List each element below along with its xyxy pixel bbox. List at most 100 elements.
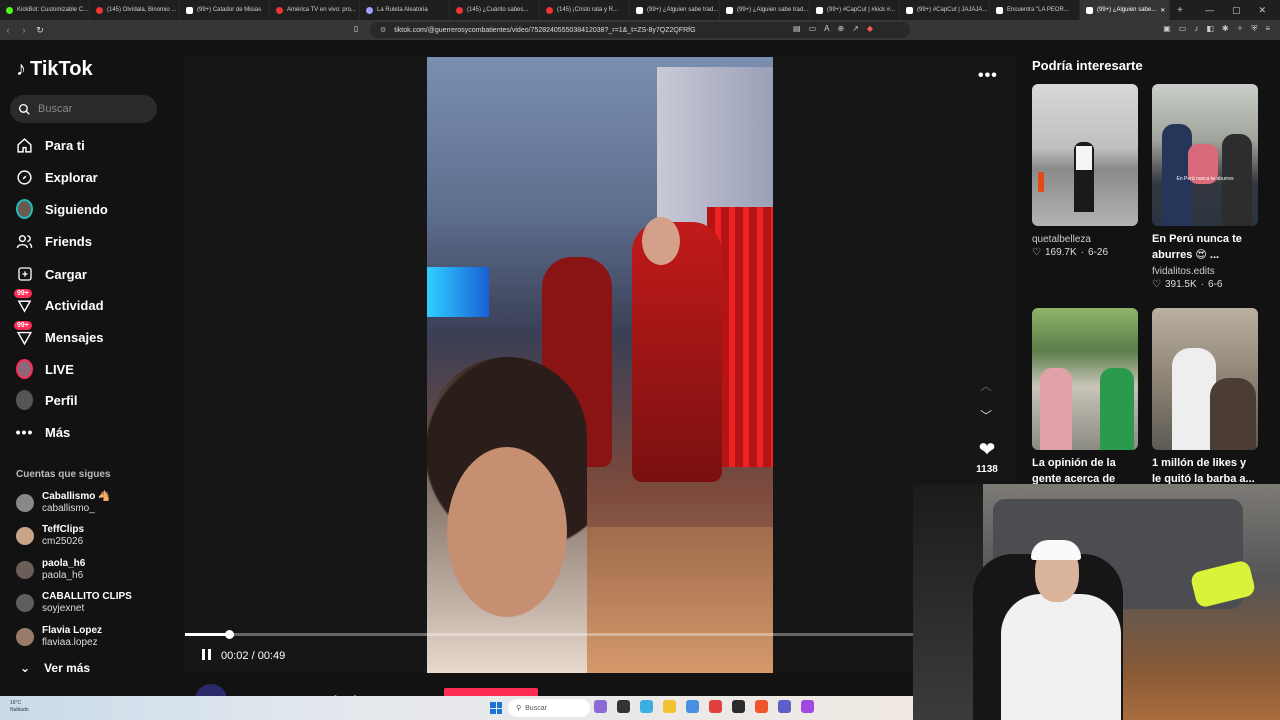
zoom-icon[interactable]: ⊕ [837,24,844,33]
wallet-icon[interactable]: ▭ [1179,24,1187,34]
close-window-button[interactable]: ✕ [1258,5,1266,16]
video-thumbnail[interactable] [1032,84,1138,226]
taskbar-search[interactable]: ⚲ Buscar [508,699,590,717]
menu-icon[interactable]: ≡ [1265,24,1270,34]
recommended-video-card[interactable]: 1 millón de likes y le quitó la barba a.… [1152,308,1258,487]
following-account[interactable]: CABALLITO CLIPS soyjexnet [16,591,132,615]
tab-title: La Ruleta Aleatoria [377,7,428,13]
recommended-video-card[interactable]: En Perú nunca te aburres En Perú nunca t… [1152,84,1258,290]
maximize-button[interactable]: ▢ [1232,5,1241,16]
account-username: paola_h6 [42,570,84,581]
browser-tab[interactable]: (99+) Catador de Misias [180,0,270,20]
app-icon[interactable] [709,700,722,713]
avatar [16,561,34,579]
following-account[interactable]: TeffClips cm25026 [16,524,84,548]
video-thumbnail[interactable] [1032,308,1138,450]
widgets-icon[interactable] [594,700,607,713]
recommended-video-card[interactable]: La opinión de la gente acerca de un... [1032,308,1138,503]
see-more-button[interactable]: ⌄ Ver más [20,661,90,675]
following-account[interactable]: Caballismo 🐴 caballismo_ [16,491,111,515]
windows-start-icon[interactable] [490,702,502,714]
following-account[interactable]: Flavia Lopez flaviaa.lopez [16,625,102,649]
nav-item-friends[interactable]: Friends [16,230,166,252]
browser-tab[interactable]: (99+) #CapCut | JAJAJA... [900,0,990,20]
minimize-button[interactable]: — [1205,5,1214,16]
translate-icon[interactable]: A [824,24,829,33]
video-thumbnail[interactable] [1152,308,1258,450]
video-frame[interactable] [427,57,773,673]
new-tab-button[interactable]: + [1170,5,1190,16]
nav-item-siguiendo[interactable]: Siguiendo [16,198,166,220]
browser-tab[interactable]: (145) ¿Cuánto sabes... [450,0,540,20]
back-arrow-icon[interactable]: ‹ [0,25,16,35]
vpn-icon[interactable]: ⛨ [1251,24,1257,34]
reader-icon[interactable]: ▤ [793,24,801,33]
like-button[interactable]: ❤ 1138 [973,437,1001,475]
brave-shield-icon[interactable]: ◆ [867,24,873,33]
browser-tab[interactable]: KickBot: Customizable C... [0,0,90,20]
nav-item-live[interactable]: LIVE [16,358,166,380]
card-meta: ♡ 391.5K · 6-6 [1152,279,1223,290]
file-explorer-icon[interactable] [617,700,630,713]
nav-item-perfil[interactable]: Perfil [16,389,166,411]
copilot-icon[interactable] [640,700,653,713]
brave-icon[interactable] [755,700,768,713]
pause-button[interactable] [202,649,211,660]
browser-tab[interactable]: (145) Olvídala, Binomio ... [90,0,180,20]
obs-icon[interactable] [732,700,745,713]
nav-item-mensajes[interactable]: 99+ Mensajes [14,320,166,348]
account-username: soyjexnet [42,603,85,614]
tab-title: (145) ¿Cuánto sabes... [467,7,529,13]
puzzle-icon[interactable]: ✱ [1222,24,1229,34]
browser-tab[interactable]: (99+) #CapCut | #kick #... [810,0,900,20]
messenger-icon[interactable] [801,700,814,713]
next-video-icon[interactable]: ﹀ [980,407,992,424]
share-icon[interactable]: ↗ [852,24,859,33]
browser-tab[interactable]: Encuentra "LA PEOR... [990,0,1080,20]
nav-item-explorar[interactable]: Explorar [16,166,166,188]
window-controls: — ▢ ✕ [1205,5,1280,16]
tab-title: (145) Olvídala, Binomio ... [107,7,177,13]
tiktok-logo[interactable]: ♪ TikTok [16,58,93,81]
sidebar-toggle-icon[interactable]: ◧ [1206,24,1214,34]
following-account[interactable]: paola_h6 paola_h6 [16,558,85,582]
chevron-down-icon: ⌄ [20,661,31,675]
messages-badge: 99+ [14,320,32,330]
teams-icon[interactable] [778,700,791,713]
site-info-icon[interactable]: ⚙ [380,26,386,34]
tab-favicon-icon [726,6,733,14]
nav-item-para-ti[interactable]: Para ti [16,134,166,156]
browser-tab[interactable]: (99+) ¿Alguien sabe trad... [720,0,810,20]
browser-tab[interactable]: América TV en vivo: pro... [270,0,360,20]
nav-item-cargar[interactable]: Cargar [16,263,166,285]
store-icon[interactable] [686,700,699,713]
reload-icon[interactable]: ↻ [32,25,48,36]
video-progress-bar[interactable] [185,630,913,639]
previous-video-icon[interactable]: ︿ [980,377,992,394]
browser-tab[interactable]: (99+) ¿Alguien sabe... ✕ [1080,0,1170,20]
nav-item-actividad[interactable]: 99+ Actividad [14,288,166,316]
media-icon[interactable]: ♪ [1194,24,1198,34]
close-tab-icon[interactable]: ✕ [1160,7,1165,14]
forward-arrow-icon[interactable]: › [16,25,32,35]
browser-tab[interactable]: (145) ¡Cristo rata y R... [540,0,630,20]
tab-favicon-icon [546,6,553,14]
more-options-icon[interactable]: ••• [978,67,998,85]
video-thumbnail[interactable]: En Perú nunca te aburres [1152,84,1258,226]
extension-icon[interactable]: ▣ [1163,24,1171,34]
leo-icon[interactable]: ✧ [1237,24,1244,34]
nav-item-mas[interactable]: ••• Más [16,421,166,443]
search-box[interactable] [10,95,157,123]
screenshot-icon[interactable]: ▭ [809,24,817,33]
avatar [16,594,34,612]
nav-label: Perfil [45,392,78,408]
browser-tab[interactable]: (99+) ¿Alguien sabe trad... [630,0,720,20]
recommended-video-card[interactable]: quetalbelleza ♡ 169.7K · 6-26 [1032,84,1138,258]
weather-widget[interactable]: 16°C Nublado [10,700,29,714]
search-input[interactable] [38,103,148,115]
browser-tab[interactable]: La Ruleta Aleatoria [360,0,450,20]
folder-icon[interactable] [663,700,676,713]
messages-icon: 99+ [14,320,33,346]
bookmark-icon[interactable]: ▯ [354,24,358,33]
progress-handle[interactable] [224,630,234,639]
